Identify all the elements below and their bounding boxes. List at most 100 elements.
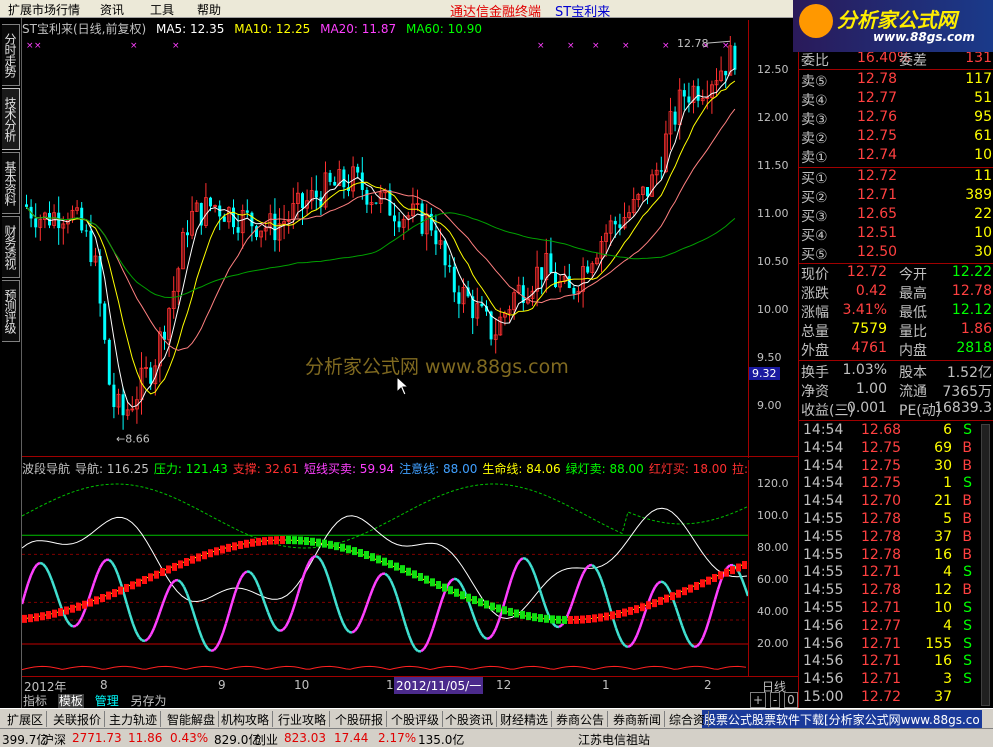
sell-block bbox=[310, 537, 315, 546]
bid-volume: 10 bbox=[974, 225, 992, 241]
ask-row[interactable]: 卖④ 12.77 51 bbox=[799, 90, 993, 109]
buy-block bbox=[190, 555, 195, 564]
buy-block bbox=[718, 571, 723, 580]
tab-basic-info[interactable]: 基本资料 bbox=[2, 152, 20, 214]
buy-block bbox=[574, 615, 579, 624]
indicator-chart[interactable] bbox=[22, 476, 748, 676]
buy-block bbox=[172, 562, 177, 571]
candle-body-down bbox=[273, 213, 277, 241]
candle-body-down bbox=[34, 218, 38, 228]
function-button[interactable]: 券商公告 bbox=[553, 711, 609, 727]
function-button[interactable]: 机构攻略 bbox=[218, 711, 274, 727]
low-annotation: ←8.66 bbox=[116, 433, 150, 446]
buy-block bbox=[94, 596, 99, 605]
buy-block bbox=[214, 547, 219, 556]
sell-block bbox=[544, 614, 549, 623]
function-button[interactable]: 个股评级 bbox=[388, 711, 444, 727]
tab-intraday[interactable]: 分时走势 bbox=[2, 24, 20, 86]
tick-side: S bbox=[963, 475, 972, 492]
buy-block bbox=[274, 536, 279, 545]
tick-row: 14:54 12.70 21 B bbox=[799, 493, 993, 511]
bid-row[interactable]: 买④ 12.51 10 bbox=[799, 225, 993, 244]
price-tick-label: 9.50 bbox=[757, 351, 782, 364]
short-term-segment bbox=[627, 644, 632, 649]
function-button[interactable]: 智能解盘 bbox=[164, 711, 220, 727]
tick-time: 14:54 bbox=[803, 457, 844, 474]
price-axis: 12.50 12.00 11.50 11.00 10.50 10.00 9.50 9.00 9.… bbox=[748, 20, 798, 458]
signal-marker: × bbox=[722, 41, 730, 51]
date-label: 12 bbox=[496, 678, 512, 692]
ask-row[interactable]: 卖⑤ 12.78 117 bbox=[799, 71, 993, 90]
tick-volume: 16 bbox=[934, 546, 952, 563]
candle-body-down bbox=[540, 267, 544, 280]
ask-volume: 95 bbox=[974, 109, 992, 125]
buy-block bbox=[208, 549, 213, 558]
bid-row[interactable]: 买⑤ 12.50 30 bbox=[799, 244, 993, 263]
ask-label: 卖③ bbox=[801, 112, 828, 128]
short-term-segment bbox=[348, 630, 353, 634]
indicator-value-9: 拉: bbox=[732, 462, 749, 476]
tab-forecast[interactable]: 预测评级 bbox=[2, 280, 20, 342]
quote-label: 外盘 bbox=[801, 343, 829, 359]
buy-block bbox=[712, 573, 717, 582]
tab-technical[interactable]: 技术分析 bbox=[2, 88, 20, 150]
tab-manage[interactable]: 管理 bbox=[94, 694, 120, 708]
menu-item-tools[interactable]: 工具 bbox=[150, 1, 174, 18]
buy-block bbox=[640, 603, 645, 612]
menu-item-help[interactable]: 帮助 bbox=[197, 1, 221, 18]
zoom-reset-button[interactable]: 0 bbox=[784, 692, 798, 708]
buy-block bbox=[652, 599, 657, 608]
tick-side: S bbox=[963, 422, 972, 438]
signal-marker: × bbox=[34, 41, 42, 51]
buy-block bbox=[580, 615, 585, 624]
bid-row[interactable]: 买② 12.71 389 bbox=[799, 187, 993, 206]
candle-body-down bbox=[107, 339, 111, 385]
site-logo: 分析家公式网 www.88gs.com bbox=[793, 0, 993, 52]
ask-row[interactable]: 卖① 12.74 10 bbox=[799, 147, 993, 166]
function-button[interactable]: 关联报价 bbox=[50, 711, 106, 727]
function-button[interactable]: 券商新闻 bbox=[610, 711, 666, 727]
tab-finance[interactable]: 财务透视 bbox=[2, 216, 20, 278]
tab-indicator[interactable]: 指标 bbox=[22, 694, 48, 708]
tick-row: 14:54 12.75 69 B bbox=[799, 440, 993, 458]
function-button[interactable]: 财经精选 bbox=[497, 711, 553, 727]
buy-block bbox=[646, 601, 651, 610]
tab-save-as[interactable]: 另存为 bbox=[130, 694, 168, 708]
status-item: 2771.73 bbox=[72, 731, 122, 745]
fundamental-value: 7365万 bbox=[942, 384, 992, 400]
price-marker: 9.32 bbox=[749, 367, 780, 381]
quote-label: 量比 bbox=[899, 324, 927, 340]
webi-row: 委比 16.40% 委差 131 bbox=[799, 50, 993, 69]
ask-row[interactable]: 卖③ 12.76 95 bbox=[799, 109, 993, 128]
function-button[interactable]: 综合资 bbox=[666, 711, 710, 727]
short-term-segment bbox=[207, 647, 212, 652]
indicator-value-2: 压力: 121.43 bbox=[153, 462, 228, 476]
function-button[interactable]: 个股资讯 bbox=[442, 711, 498, 727]
menu-item-market[interactable]: 扩展市场行情 bbox=[8, 1, 80, 18]
buy-block bbox=[34, 613, 39, 622]
function-button[interactable]: 主力轨迹 bbox=[106, 711, 162, 727]
bid-row[interactable]: 买① 12.72 11 bbox=[799, 168, 993, 187]
indicator-tick-label: 100.0 bbox=[757, 509, 789, 522]
sell-block bbox=[550, 615, 555, 624]
zoom-in-button[interactable]: + bbox=[750, 692, 767, 708]
function-button[interactable]: 行业攻略 bbox=[275, 711, 331, 727]
ask-row[interactable]: 卖② 12.75 61 bbox=[799, 128, 993, 147]
zoom-out-button[interactable]: - bbox=[769, 692, 781, 708]
tick-scrollbar[interactable] bbox=[981, 424, 990, 706]
buy-block bbox=[178, 560, 183, 569]
bid-price: 12.71 bbox=[857, 187, 898, 203]
short-term-segment bbox=[177, 579, 182, 584]
bid-row[interactable]: 买③ 12.65 22 bbox=[799, 206, 993, 225]
ma10-label: MA10: 12.25 bbox=[234, 22, 311, 36]
ad-banner[interactable]: 股票公式股票软件下载[分析家公式网www.88gs.co bbox=[702, 710, 982, 729]
function-button[interactable]: 个股研报 bbox=[332, 711, 388, 727]
scroll-controls: + - 0 bbox=[750, 692, 798, 708]
tick-price: 12.71 bbox=[861, 671, 902, 688]
sell-block bbox=[478, 598, 483, 607]
menu-item-news[interactable]: 资讯 bbox=[100, 1, 124, 18]
tab-template[interactable]: 模板 bbox=[57, 694, 84, 708]
candlestick-chart[interactable]: × × × × × × × × × × ×12.78←8.66 bbox=[22, 36, 748, 456]
tick-volume: 4 bbox=[943, 617, 952, 634]
function-button[interactable]: 扩展区 bbox=[4, 711, 48, 727]
